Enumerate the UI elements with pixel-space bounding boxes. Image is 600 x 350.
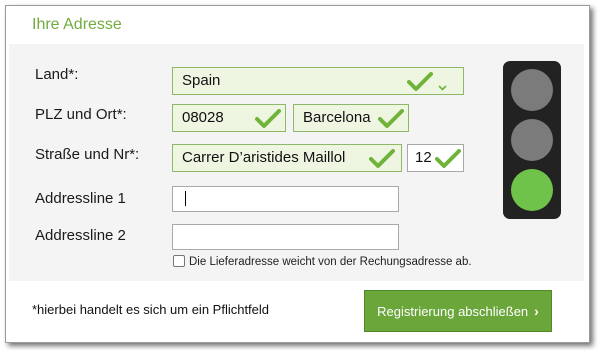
postal-code-value: 08028 (182, 109, 224, 126)
address-form: Land*: Spain PLZ und Ort*: 08028 Barcelo… (9, 44, 584, 281)
address-card: Ihre Adresse Land*: Spain PLZ und Ort*: … (5, 5, 590, 343)
street-value: Carrer D’aristides Maillol (182, 149, 346, 166)
traffic-light (503, 61, 561, 219)
country-label: Land*: (35, 66, 79, 83)
required-field-note: *hierbei handelt es sich um ein Pflichtf… (32, 302, 270, 317)
address-line-2-input[interactable] (172, 224, 399, 250)
page-title: Ihre Adresse (32, 16, 122, 33)
checkmark-icon (255, 109, 281, 129)
complete-registration-button[interactable]: Registrierung abschließen › (364, 290, 552, 332)
country-value: Spain (182, 72, 221, 89)
city-value: Barcelona (303, 109, 371, 126)
checkmark-icon (378, 109, 404, 129)
house-number-field[interactable]: 12 (407, 144, 464, 172)
traffic-light-green-lamp (511, 169, 553, 211)
address-line-2-label: Addressline 2 (35, 227, 126, 244)
address-line-1-label: Addressline 1 (35, 190, 126, 207)
street-field[interactable]: Carrer D’aristides Maillol (172, 144, 402, 172)
chevron-right-icon: › (534, 303, 539, 319)
postal-code-field[interactable]: 08028 (172, 104, 286, 132)
postal-city-label: PLZ und Ort*: (35, 106, 127, 123)
card-header: Ihre Adresse (6, 6, 589, 44)
checkmark-icon (369, 149, 395, 169)
city-field[interactable]: Barcelona (293, 104, 409, 132)
checkmark-icon (435, 149, 461, 169)
country-select[interactable]: Spain (172, 67, 464, 95)
text-caret (185, 191, 186, 206)
complete-registration-label: Registrierung abschließen (377, 303, 529, 319)
delivery-address-option[interactable]: Die Lieferadresse weicht von der Rechung… (173, 255, 472, 268)
street-label: Straße und Nr*: (35, 146, 140, 163)
traffic-light-yellow-lamp (511, 119, 553, 161)
chevron-down-icon (438, 75, 447, 101)
house-number-value: 12 (415, 149, 432, 166)
address-line-1-input[interactable] (172, 186, 399, 212)
delivery-address-label: Die Lieferadresse weicht von der Rechung… (189, 256, 472, 268)
delivery-address-checkbox[interactable] (173, 255, 185, 267)
traffic-light-red-lamp (511, 69, 553, 111)
checkmark-icon (407, 72, 433, 92)
